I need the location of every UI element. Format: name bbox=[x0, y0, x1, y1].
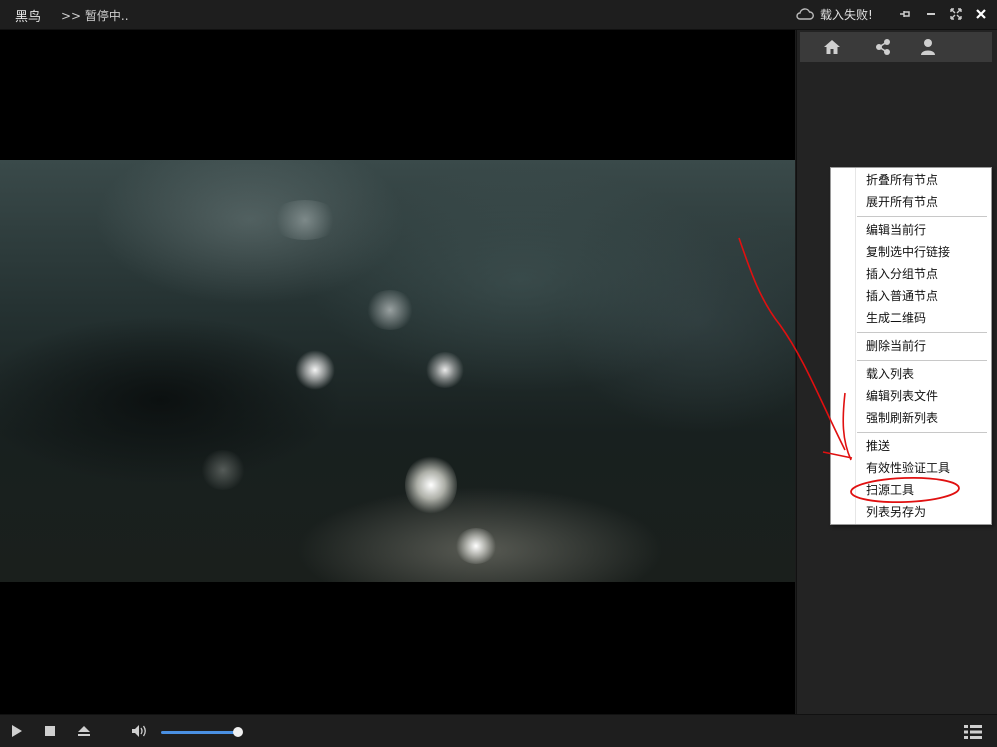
maximize-button[interactable] bbox=[947, 5, 965, 23]
play-button[interactable] bbox=[10, 724, 24, 738]
menu-separator bbox=[857, 332, 987, 333]
eject-button[interactable] bbox=[77, 724, 91, 738]
light-spot bbox=[455, 528, 497, 564]
maximize-icon bbox=[950, 8, 962, 20]
light-spot bbox=[200, 450, 246, 490]
pin-button[interactable] bbox=[896, 5, 914, 23]
volume-icon bbox=[131, 724, 149, 738]
user-button[interactable] bbox=[918, 38, 938, 56]
video-area[interactable] bbox=[0, 30, 795, 714]
menu-item-force-refresh[interactable]: 强制刷新列表 bbox=[866, 408, 938, 428]
playlist-toggle-button[interactable] bbox=[963, 723, 983, 741]
close-button[interactable] bbox=[972, 5, 990, 23]
menu-item-scan-source-tool[interactable]: 扫源工具 bbox=[866, 480, 914, 500]
cloud-icon bbox=[796, 8, 814, 20]
light-spot bbox=[295, 350, 335, 390]
playback-status: >> 暂停中.. bbox=[61, 9, 129, 23]
load-status[interactable]: 载入失败! bbox=[796, 6, 873, 22]
menu-gutter bbox=[831, 168, 856, 524]
menu-item-copy-link[interactable]: 复制选中行链接 bbox=[866, 242, 950, 262]
home-button[interactable] bbox=[822, 38, 842, 56]
user-icon bbox=[918, 38, 938, 56]
minimize-button[interactable] bbox=[922, 5, 940, 23]
menu-item-edit-list-file[interactable]: 编辑列表文件 bbox=[866, 386, 938, 406]
menu-item-qrcode[interactable]: 生成二维码 bbox=[866, 308, 926, 328]
volume-slider-handle[interactable] bbox=[233, 727, 243, 737]
title-bar: 黑鸟 >> 暂停中.. 载入失败! bbox=[0, 0, 997, 30]
menu-separator bbox=[857, 432, 987, 433]
playlist-icon bbox=[963, 723, 983, 741]
stop-button[interactable] bbox=[44, 725, 56, 737]
home-icon bbox=[822, 38, 842, 56]
menu-item-load-list[interactable]: 载入列表 bbox=[866, 364, 914, 384]
menu-item-collapse-all[interactable]: 折叠所有节点 bbox=[866, 170, 938, 190]
menu-item-validate-tool[interactable]: 有效性验证工具 bbox=[866, 458, 950, 478]
close-icon bbox=[975, 8, 987, 20]
menu-separator bbox=[857, 360, 987, 361]
volume-slider-track[interactable] bbox=[161, 731, 239, 734]
control-bar bbox=[0, 714, 997, 747]
menu-item-insert-group[interactable]: 插入分组节点 bbox=[866, 264, 938, 284]
menu-item-expand-all[interactable]: 展开所有节点 bbox=[866, 192, 938, 212]
menu-item-insert-node[interactable]: 插入普通节点 bbox=[866, 286, 938, 306]
menu-item-delete-row[interactable]: 删除当前行 bbox=[866, 336, 926, 356]
stop-icon bbox=[44, 725, 56, 737]
minimize-icon bbox=[925, 8, 937, 20]
pin-icon bbox=[899, 8, 911, 20]
menu-separator bbox=[857, 216, 987, 217]
menu-item-edit-row[interactable]: 编辑当前行 bbox=[866, 220, 926, 240]
light-spot bbox=[270, 200, 340, 240]
load-status-text: 载入失败! bbox=[820, 7, 873, 22]
share-button[interactable] bbox=[873, 38, 893, 56]
video-frame bbox=[0, 160, 795, 582]
play-icon bbox=[10, 724, 24, 738]
volume-button[interactable] bbox=[131, 724, 149, 738]
light-spot bbox=[405, 455, 457, 515]
share-icon bbox=[873, 38, 893, 56]
app-name: 黑鸟 bbox=[15, 10, 42, 25]
sidebar-toolbar bbox=[800, 32, 992, 62]
menu-item-push[interactable]: 推送 bbox=[866, 436, 890, 456]
light-spot bbox=[365, 290, 415, 330]
menu-item-save-list-as[interactable]: 列表另存为 bbox=[866, 502, 926, 522]
light-spot bbox=[425, 352, 465, 388]
eject-icon bbox=[77, 724, 91, 738]
context-menu: 折叠所有节点 展开所有节点 编辑当前行 复制选中行链接 插入分组节点 插入普通节… bbox=[830, 167, 992, 525]
